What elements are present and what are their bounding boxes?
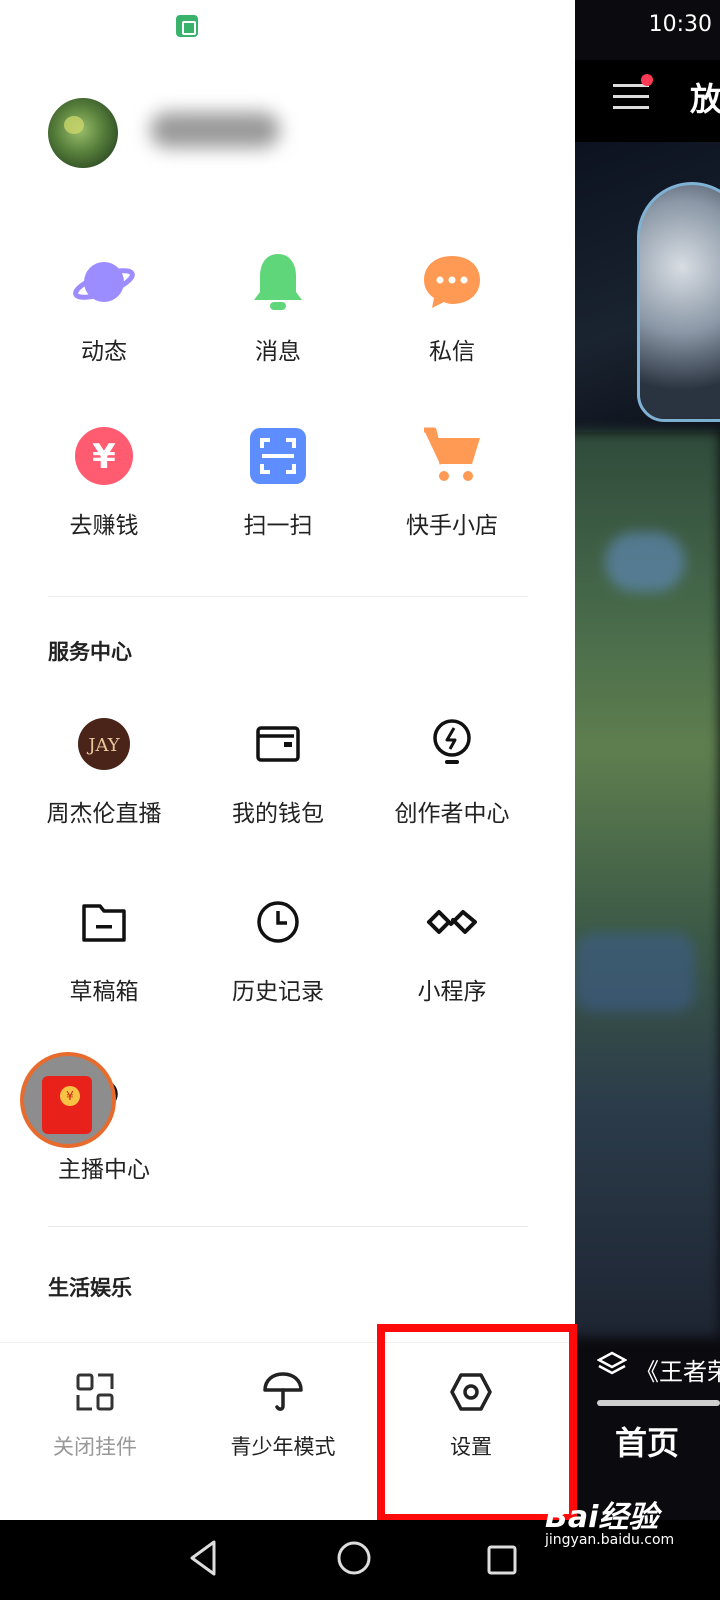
service-item-label: 创作者中心 xyxy=(394,801,510,827)
scan-icon xyxy=(246,424,310,488)
video-caption: 《王者荣 xyxy=(575,1350,720,1390)
quick-action-messages[interactable]: 消息 xyxy=(188,250,368,366)
quick-action-label: 扫一扫 xyxy=(243,513,313,539)
quick-action-dynamics[interactable]: 动态 xyxy=(14,250,194,366)
service-item-jay-live[interactable]: JAY 周杰伦直播 xyxy=(14,712,194,828)
yen-coin-icon: ¥ xyxy=(72,424,136,488)
wallet-icon xyxy=(246,712,310,776)
planet-icon xyxy=(72,250,136,314)
tab-home[interactable]: 首页 xyxy=(615,1418,679,1464)
yen-coin-icon: ¥ xyxy=(60,1086,80,1106)
background-app: 放 《王者荣 首页 xyxy=(575,0,720,1520)
watermark-site: jingyan.baidu.com xyxy=(545,1532,675,1548)
close-widget-button[interactable]: 关闭挂件 xyxy=(0,1367,190,1461)
quick-action-label: 动态 xyxy=(81,339,127,365)
quick-action-label: 快手小店 xyxy=(406,513,498,539)
baidu-jingyan-watermark: Bai经验 jingyan.baidu.com xyxy=(545,1492,674,1548)
shopping-cart-icon xyxy=(420,424,484,488)
background-app-topbar: 放 xyxy=(575,60,720,142)
service-item-history[interactable]: 历史记录 xyxy=(188,890,368,1006)
red-packet-floating-button[interactable]: ¥ xyxy=(20,1052,116,1148)
background-top-tab[interactable]: 放 xyxy=(690,74,720,120)
chat-bubble-icon xyxy=(420,250,484,314)
teen-mode-button[interactable]: 青少年模式 xyxy=(188,1367,378,1461)
quick-action-scan[interactable]: 扫一扫 xyxy=(188,424,368,540)
watermark-brand: Bai经验 xyxy=(545,1500,659,1535)
home-icon[interactable] xyxy=(336,1538,372,1582)
lightbulb-icon xyxy=(420,712,484,776)
folder-icon xyxy=(72,890,136,954)
mini-program-icon xyxy=(420,890,484,954)
video-caption-text: 《王者荣 xyxy=(635,1358,720,1386)
service-item-creator-center[interactable]: 创作者中心 xyxy=(362,712,542,828)
quick-action-label: 去赚钱 xyxy=(69,513,139,539)
service-item-label: 历史记录 xyxy=(232,979,324,1005)
sim-card-icon xyxy=(176,15,198,37)
jay-logo-icon: JAY xyxy=(72,712,136,776)
background-video-thumbnail xyxy=(575,142,720,432)
service-item-label: 小程序 xyxy=(417,979,487,1005)
quick-action-label: 消息 xyxy=(255,339,301,365)
quick-action-shop[interactable]: 快手小店 xyxy=(362,424,542,540)
service-center-title: 服务中心 xyxy=(48,640,132,664)
background-video-blurred xyxy=(575,432,720,1337)
notification-dot xyxy=(641,74,653,86)
widget-icon xyxy=(70,1367,120,1417)
service-item-mini-program[interactable]: 小程序 xyxy=(362,890,542,1006)
bell-icon xyxy=(246,250,310,314)
teen-mode-label: 青少年模式 xyxy=(230,1435,336,1459)
service-item-wallet[interactable]: 我的钱包 xyxy=(188,712,368,828)
quick-action-label: 私信 xyxy=(429,339,475,365)
close-widget-label: 关闭挂件 xyxy=(53,1435,137,1459)
jay-logo-text: JAY xyxy=(86,735,120,756)
avatar[interactable] xyxy=(48,98,118,168)
life-entertainment-title: 生活娱乐 xyxy=(48,1276,132,1300)
layers-icon xyxy=(596,1350,628,1384)
status-bar-time: 10:30 xyxy=(648,12,712,37)
service-item-label: 草稿箱 xyxy=(69,979,139,1005)
service-item-drafts[interactable]: 草稿箱 xyxy=(14,890,194,1006)
recent-apps-icon[interactable] xyxy=(486,1544,518,1580)
service-item-label: 我的钱包 xyxy=(232,801,324,827)
clock-icon xyxy=(246,890,310,954)
quick-action-private-message[interactable]: 私信 xyxy=(362,250,542,366)
back-icon[interactable] xyxy=(186,1538,220,1582)
svg-text:¥: ¥ xyxy=(92,437,116,477)
side-drawer: 动态 消息 私信 ¥ 去赚钱 扫一扫 快手小店 服务中心 JAY 周杰伦直播 我… xyxy=(0,0,575,1520)
umbrella-icon xyxy=(258,1367,308,1417)
service-item-label: 主播中心 xyxy=(58,1157,150,1183)
divider xyxy=(48,596,528,597)
quick-action-earn-money[interactable]: ¥ 去赚钱 xyxy=(14,424,194,540)
service-item-label: 周杰伦直播 xyxy=(46,801,162,827)
username-blurred[interactable] xyxy=(150,112,280,148)
divider xyxy=(48,1226,528,1227)
video-progress-bar[interactable] xyxy=(597,1400,720,1406)
